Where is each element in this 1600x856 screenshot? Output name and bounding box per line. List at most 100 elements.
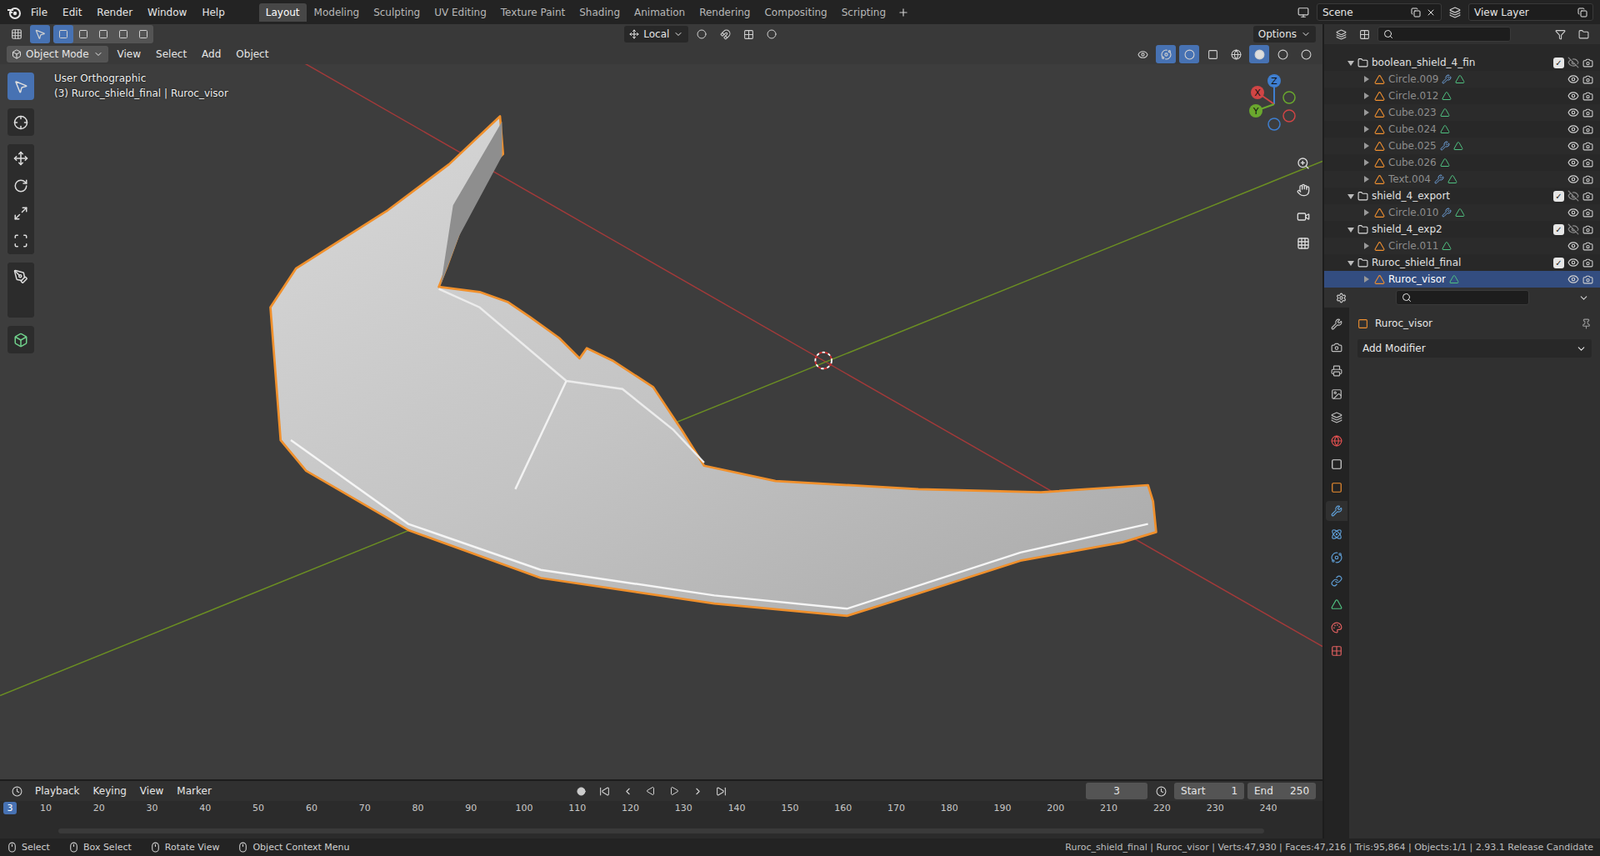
pivot-icon[interactable] [691,25,712,44]
next-key-icon[interactable] [687,781,708,800]
outliner-row[interactable]: boolean_shield_4_fin✓ [1324,54,1600,71]
eye-icon[interactable] [1567,106,1580,119]
viewport-menu-item[interactable]: Object [230,45,275,63]
eye-closed-icon[interactable] [1567,56,1580,69]
exclude-checkbox[interactable]: ✓ [1553,257,1565,269]
rotate-icon[interactable] [7,171,35,200]
disclosure-icon[interactable] [1362,175,1371,184]
menu-item[interactable]: File [25,4,54,21]
exclude-checkbox[interactable]: ✓ [1553,57,1565,69]
transform-icon[interactable] [7,226,35,255]
exclude-checkbox[interactable]: ✓ [1553,224,1565,235]
add-modifier-dropdown[interactable]: Add Modifier [1357,339,1592,358]
workspace-tab[interactable]: Scripting [835,3,893,22]
disclosure-icon[interactable] [1362,91,1371,100]
properties-tab[interactable] [1325,594,1348,615]
outliner-row[interactable]: Circle.010 [1324,204,1600,221]
move-icon[interactable] [7,144,35,172]
jump-start-icon[interactable] [594,781,615,800]
timeline-menu[interactable]: Playback [30,782,85,800]
camera-view-icon[interactable] [1292,205,1315,228]
disclosure-icon[interactable] [1362,75,1371,84]
disclosure-icon[interactable] [1362,125,1371,134]
eye-icon[interactable] [1567,206,1580,219]
new-collection-icon[interactable] [1573,25,1594,44]
pin-icon[interactable] [1580,318,1592,330]
timeline-editor-icon[interactable] [6,781,27,800]
timeline-menu[interactable]: View [135,782,169,800]
workspace-tab[interactable]: Sculpting [366,3,427,22]
workspace-tab[interactable]: Animation [627,3,692,22]
disclosure-icon[interactable] [1362,241,1371,250]
zoom-icon[interactable] [1292,152,1315,175]
copy-icon[interactable] [1577,7,1588,18]
display-mode-icon[interactable] [1354,25,1375,44]
disclosure-icon[interactable] [1362,158,1371,167]
ortho-grid-icon[interactable] [1292,232,1315,255]
jump-end-icon[interactable] [710,781,731,800]
properties-tab[interactable] [1325,454,1348,475]
properties-tab[interactable] [1325,524,1348,545]
properties-tab[interactable] [1325,314,1348,335]
properties-tab[interactable] [1325,640,1348,661]
play-icon[interactable] [664,781,685,800]
proportional-icon[interactable] [761,25,782,44]
overlay-toggle-icon[interactable] [1179,45,1200,64]
close-icon[interactable] [1425,7,1436,18]
eye-closed-icon[interactable] [1567,190,1580,202]
material-shading-icon[interactable] [1272,45,1293,64]
viewport-canvas[interactable]: User Orthographic(3) Ruroc_shield_final … [0,64,1323,780]
properties-tab[interactable] [1325,337,1348,358]
exclude-checkbox[interactable]: ✓ [1553,190,1565,202]
outliner-row[interactable]: Text.004 [1324,170,1600,188]
eye-icon[interactable] [1567,240,1580,252]
frame-ruler[interactable]: 1020304050607080901001101201301401501601… [0,800,1323,839]
snap-target-icon[interactable] [738,25,759,44]
disclosure-icon[interactable] [1362,141,1371,150]
render-icon[interactable] [1582,124,1594,135]
properties-tab[interactable] [1325,570,1348,591]
eye-icon[interactable] [1567,73,1580,85]
render-icon[interactable] [1582,274,1594,285]
outliner-editor-icon[interactable] [1330,25,1351,44]
gizmo-toggle-icon[interactable] [1155,45,1176,64]
preview-range-icon[interactable] [1150,781,1171,800]
select-tool-icon[interactable] [30,25,50,44]
disclosure-icon[interactable] [1345,191,1355,200]
prev-key-icon[interactable] [617,781,638,800]
workspace-tab[interactable]: Rendering [692,3,757,22]
select-subtract-icon[interactable] [93,25,114,44]
render-icon[interactable] [1582,157,1594,169]
view-layer-field[interactable]: View Layer [1468,3,1594,21]
properties-search[interactable] [1395,290,1530,305]
outliner-row[interactable]: Cube.026 [1324,154,1600,171]
scene-icon[interactable] [1293,3,1314,22]
measure-icon[interactable] [7,290,35,318]
add-workspace-icon[interactable] [893,3,914,22]
solid-shading-icon[interactable] [1249,45,1270,64]
eye-icon[interactable] [1567,140,1580,152]
viewport-menu-item[interactable]: View [111,45,147,63]
viewport-menu-item[interactable]: Add [195,45,227,63]
properties-tab[interactable] [1325,500,1348,521]
editor-type-icon[interactable] [6,25,27,44]
select-intersect-icon[interactable] [133,25,154,44]
outliner-row[interactable]: shield_4_export✓ [1324,187,1600,205]
current-frame-field[interactable]: 3 [1085,782,1148,800]
annotate-icon[interactable] [7,262,35,290]
properties-tab[interactable] [1325,407,1348,428]
eye-closed-icon[interactable] [1567,223,1580,235]
navigation-gizmo[interactable]: ZXY [1240,70,1308,138]
properties-tab[interactable] [1325,430,1348,451]
disclosure-icon[interactable] [1345,258,1355,267]
disclosure-icon[interactable] [1345,58,1355,67]
render-icon[interactable] [1582,240,1594,252]
visor-model[interactable] [270,116,1157,616]
disclosure-icon[interactable] [1345,225,1355,234]
select-extend-icon[interactable] [73,25,94,44]
options-chevron-icon[interactable] [1573,288,1594,307]
menu-item[interactable]: Help [195,4,230,21]
select-box-icon[interactable] [7,72,35,100]
workspace-tab[interactable]: UV Editing [427,3,494,22]
disclosure-icon[interactable] [1362,208,1371,217]
